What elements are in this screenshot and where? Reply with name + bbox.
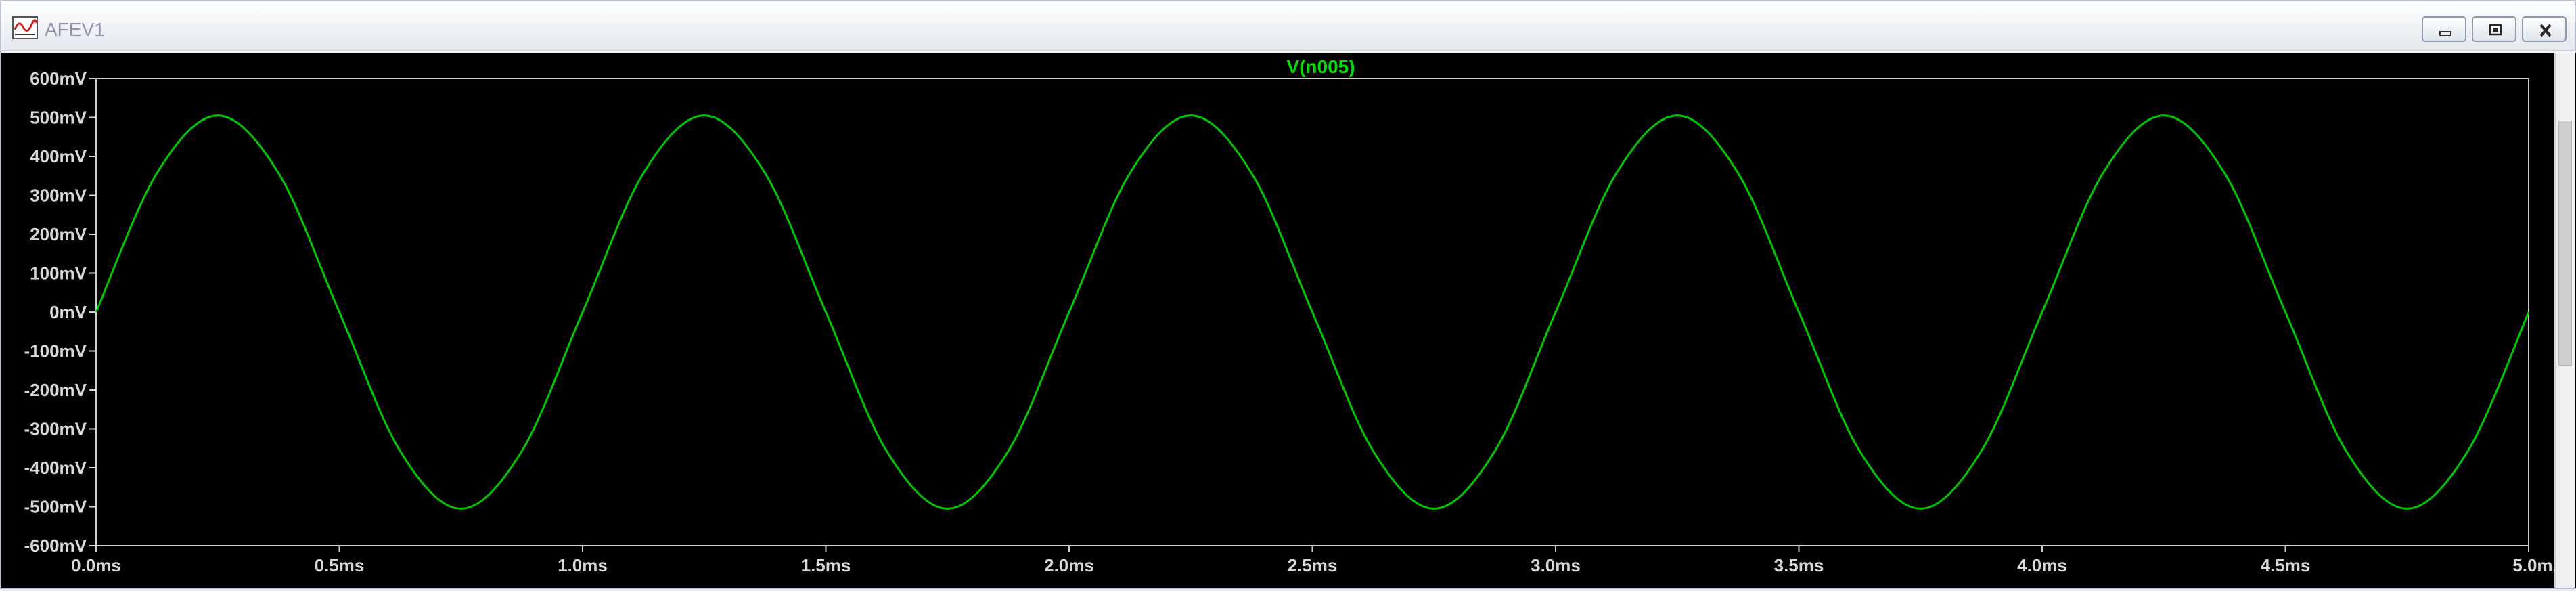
restore-button[interactable]: [2472, 16, 2516, 42]
title-bar[interactable]: AFEV1: [1, 1, 2575, 51]
trace-v-n005[interactable]: [95, 114, 2530, 510]
waveform-window: AFEV1 V(n005) 600mV 500mV 400mV 300mV 200mV 1…: [0, 0, 2576, 589]
y-tick-label: 300mV: [30, 185, 87, 206]
y-tick-label: 0mV: [49, 302, 87, 322]
y-tick-label: -300mV: [24, 419, 87, 439]
x-tick-label: 4.0ms: [2017, 555, 2067, 575]
x-tick-label: 1.0ms: [558, 555, 608, 575]
x-tick-label: 0.5ms: [315, 555, 365, 575]
plot-area[interactable]: V(n005) 600mV 500mV 400mV 300mV 200mV 100mV 0m…: [1, 53, 2576, 588]
x-tick-label: 2.5ms: [1288, 555, 1338, 575]
scrollbar-thumb[interactable]: [2558, 121, 2572, 366]
y-tick-label: 100mV: [30, 263, 87, 284]
close-button[interactable]: [2522, 16, 2567, 42]
y-tick-label: -500mV: [24, 497, 87, 517]
restore-icon: [2489, 24, 2502, 36]
x-axis-ticks: 0.0ms 0.5ms 1.0ms 1.5ms 2.0ms 2.5ms 3.0ms 3.5ms…: [71, 546, 2562, 575]
x-tick-label: 2.0ms: [1044, 555, 1094, 575]
y-tick-label: -200mV: [24, 380, 87, 400]
y-axis-ticks: 600mV 500mV 400mV 300mV 200mV 100mV 0mV -100mV -…: [24, 68, 96, 556]
y-tick-label: -600mV: [24, 535, 87, 556]
y-tick-label: -100mV: [24, 341, 87, 362]
y-tick-label: -400mV: [24, 458, 87, 478]
window-title: AFEV1: [45, 19, 105, 40]
y-tick-label: 600mV: [30, 68, 87, 89]
vertical-scrollbar[interactable]: [2554, 53, 2575, 588]
x-tick-label: 3.0ms: [1531, 555, 1581, 575]
chart-title: V(n005): [1286, 56, 1355, 77]
y-tick-label: 400mV: [30, 146, 87, 167]
y-tick-label: 200mV: [30, 224, 87, 244]
minimize-icon: [2439, 31, 2451, 36]
x-tick-label: 4.5ms: [2261, 555, 2311, 575]
waveform-chart: V(n005) 600mV 500mV 400mV 300mV 200mV 100mV 0m…: [24, 56, 2563, 575]
x-tick-label: 3.5ms: [1774, 555, 1824, 575]
minimize-button[interactable]: [2422, 16, 2466, 42]
x-tick-label: 1.5ms: [801, 555, 851, 575]
close-icon: [2539, 24, 2552, 37]
waveform-chart-icon: [12, 16, 38, 39]
x-tick-label: 0.0ms: [71, 555, 121, 575]
y-tick-label: 500mV: [30, 108, 87, 128]
